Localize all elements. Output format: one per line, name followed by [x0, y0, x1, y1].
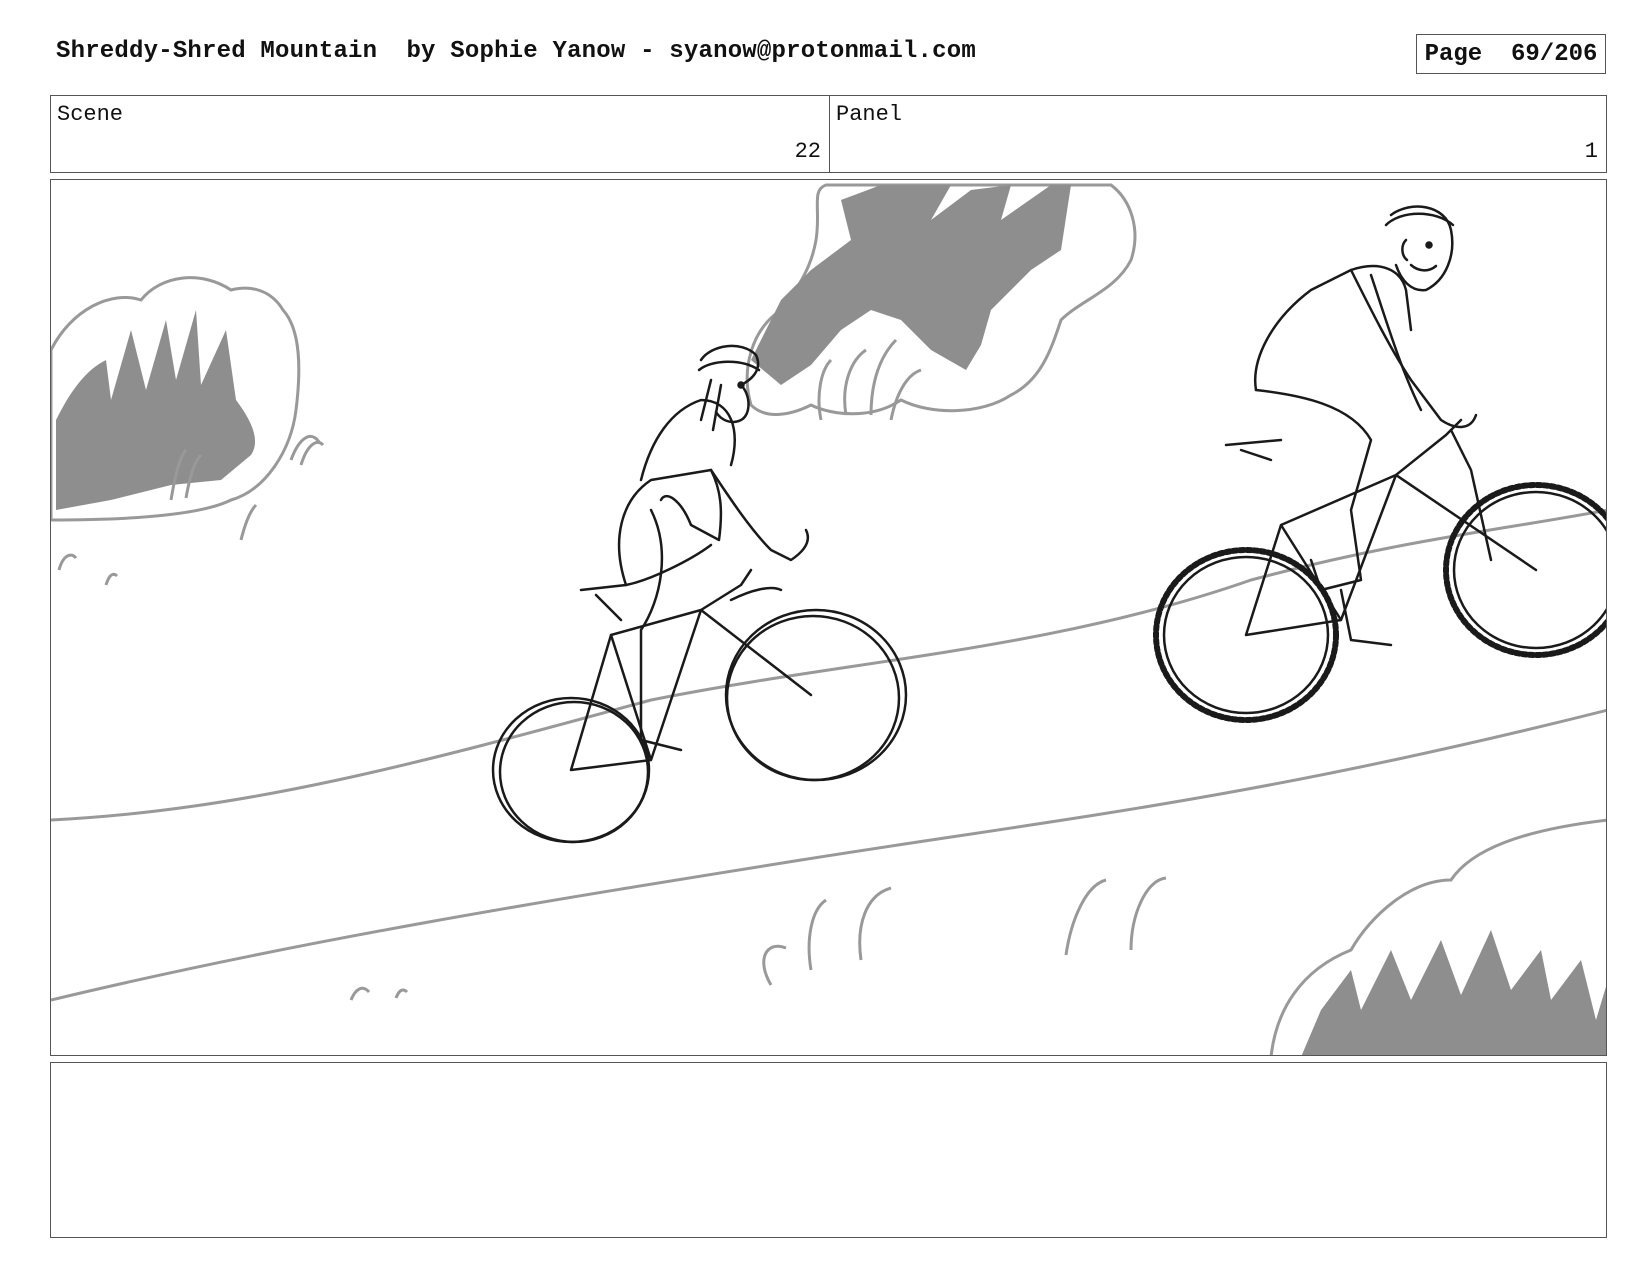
- bush-top-left: [51, 276, 325, 586]
- scene-cell: Scene 22: [51, 96, 830, 172]
- bush-top-middle: [745, 183, 1137, 421]
- cyclist-right: [1153, 205, 1606, 723]
- panel-cell: Panel 1: [830, 96, 1606, 172]
- panel-number: 1: [1584, 139, 1598, 164]
- notes-area: [50, 1062, 1607, 1238]
- scene-label: Scene: [57, 102, 124, 127]
- bush-bottom-right: [1269, 818, 1606, 1055]
- trail-path: [51, 508, 1606, 1002]
- cyclist-left: [491, 344, 908, 844]
- scene-panel-info: Scene 22 Panel 1: [50, 95, 1607, 173]
- storyboard-drawing: [50, 179, 1607, 1056]
- storyboard-title: Shreddy-Shred Mountain by Sophie Yanow -…: [56, 38, 976, 65]
- sketch-illustration: [51, 183, 1606, 1055]
- page-counter: Page 69/206: [1416, 34, 1606, 74]
- panel-label: Panel: [836, 102, 903, 127]
- scene-number: 22: [794, 139, 821, 164]
- grass-bottom: [349, 876, 1167, 1001]
